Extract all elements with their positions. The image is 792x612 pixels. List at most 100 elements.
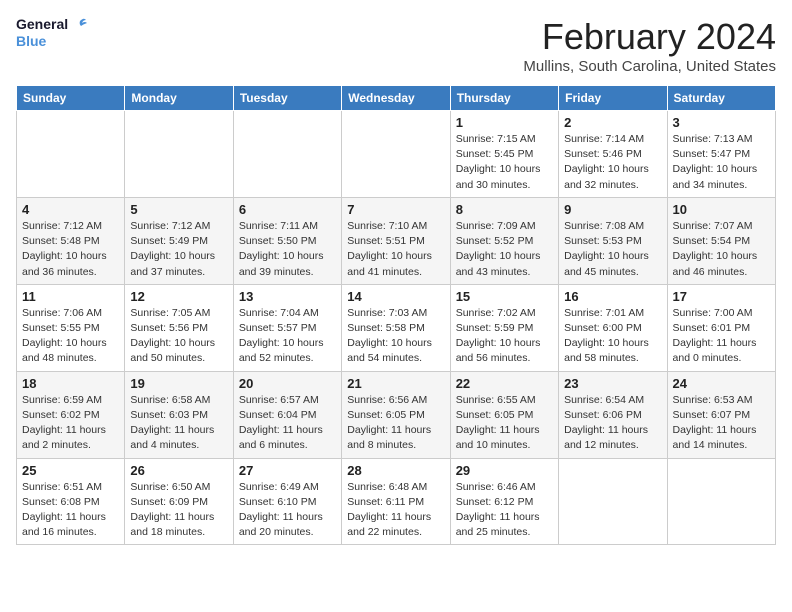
day-number: 10 [673, 202, 770, 217]
calendar-week-2: 4Sunrise: 7:12 AM Sunset: 5:48 PM Daylig… [17, 197, 776, 284]
day-number: 8 [456, 202, 553, 217]
day-info: Sunrise: 7:06 AM Sunset: 5:55 PM Dayligh… [22, 306, 119, 367]
calendar-cell: 4Sunrise: 7:12 AM Sunset: 5:48 PM Daylig… [17, 197, 125, 284]
day-info: Sunrise: 6:55 AM Sunset: 6:05 PM Dayligh… [456, 393, 553, 454]
calendar-cell [17, 111, 125, 198]
day-info: Sunrise: 6:56 AM Sunset: 6:05 PM Dayligh… [347, 393, 444, 454]
day-info: Sunrise: 7:15 AM Sunset: 5:45 PM Dayligh… [456, 132, 553, 193]
day-info: Sunrise: 7:07 AM Sunset: 5:54 PM Dayligh… [673, 219, 770, 280]
calendar-cell [233, 111, 341, 198]
calendar-week-4: 18 Sunrise: 6:59 AM Sunset: 6:02 PM Dayli… [17, 371, 776, 458]
day-number: 22 [456, 376, 553, 391]
calendar-table: SundayMondayTuesdayWednesdayThursdayFrid… [16, 85, 776, 545]
day-info: Sunrise: 7:00 AM Sunset: 6:01 PM Dayligh… [673, 306, 770, 367]
calendar-cell: 16Sunrise: 7:01 AM Sunset: 6:00 PM Dayli… [559, 284, 667, 371]
day-number: 12 [130, 289, 227, 304]
calendar-cell [559, 458, 667, 545]
day-info: Sunrise: 7:04 AM Sunset: 5:57 PM Dayligh… [239, 306, 336, 367]
day-info: Sunrise: 7:09 AM Sunset: 5:52 PM Dayligh… [456, 219, 553, 280]
calendar-cell: 12 Sunrise: 7:05 AM Sunset: 5:56 PM Dayli… [125, 284, 233, 371]
logo: General Blue [16, 16, 88, 49]
day-number: 23 [564, 376, 661, 391]
calendar-cell: 20 Sunrise: 6:57 AM Sunset: 6:04 PM Dayli… [233, 371, 341, 458]
calendar-week-1: 1 Sunrise: 7:15 AM Sunset: 5:45 PM Daylig… [17, 111, 776, 198]
day-number: 11 [22, 289, 119, 304]
calendar-cell: 18 Sunrise: 6:59 AM Sunset: 6:02 PM Dayli… [17, 371, 125, 458]
calendar-cell: 10 Sunrise: 7:07 AM Sunset: 5:54 PM Dayli… [667, 197, 775, 284]
day-info: Sunrise: 6:54 AM Sunset: 6:06 PM Dayligh… [564, 393, 661, 454]
day-info: Sunrise: 7:11 AM Sunset: 5:50 PM Dayligh… [239, 219, 336, 280]
calendar-cell: 5 Sunrise: 7:12 AM Sunset: 5:49 PM Daylig… [125, 197, 233, 284]
day-number: 19 [130, 376, 227, 391]
day-info: Sunrise: 7:03 AM Sunset: 5:58 PM Dayligh… [347, 306, 444, 367]
day-number: 7 [347, 202, 444, 217]
calendar-week-5: 25 Sunrise: 6:51 AM Sunset: 6:08 PM Dayli… [17, 458, 776, 545]
calendar-cell: 9 Sunrise: 7:08 AM Sunset: 5:53 PM Daylig… [559, 197, 667, 284]
calendar-cell: 29Sunrise: 6:46 AM Sunset: 6:12 PM Dayli… [450, 458, 558, 545]
page-header: General Blue February 2024 Mullins, Sout… [16, 16, 776, 75]
day-number: 20 [239, 376, 336, 391]
logo-general-text: General [16, 17, 68, 32]
day-info: Sunrise: 7:08 AM Sunset: 5:53 PM Dayligh… [564, 219, 661, 280]
day-info: Sunrise: 7:12 AM Sunset: 5:48 PM Dayligh… [22, 219, 119, 280]
calendar-cell: 24 Sunrise: 6:53 AM Sunset: 6:07 PM Dayli… [667, 371, 775, 458]
day-info: Sunrise: 6:50 AM Sunset: 6:09 PM Dayligh… [130, 480, 227, 541]
calendar-cell: 11 Sunrise: 7:06 AM Sunset: 5:55 PM Dayli… [17, 284, 125, 371]
calendar-cell: 8 Sunrise: 7:09 AM Sunset: 5:52 PM Daylig… [450, 197, 558, 284]
calendar-cell: 14 Sunrise: 7:03 AM Sunset: 5:58 PM Dayli… [342, 284, 450, 371]
weekday-header-saturday: Saturday [667, 86, 775, 111]
calendar-cell: 1 Sunrise: 7:15 AM Sunset: 5:45 PM Daylig… [450, 111, 558, 198]
calendar-cell: 25 Sunrise: 6:51 AM Sunset: 6:08 PM Dayli… [17, 458, 125, 545]
weekday-header-wednesday: Wednesday [342, 86, 450, 111]
day-number: 25 [22, 463, 119, 478]
day-info: Sunrise: 6:49 AM Sunset: 6:10 PM Dayligh… [239, 480, 336, 541]
calendar-cell: 3 Sunrise: 7:13 AM Sunset: 5:47 PM Daylig… [667, 111, 775, 198]
day-number: 17 [673, 289, 770, 304]
day-info: Sunrise: 6:53 AM Sunset: 6:07 PM Dayligh… [673, 393, 770, 454]
day-number: 18 [22, 376, 119, 391]
calendar-cell [667, 458, 775, 545]
calendar-cell: 2Sunrise: 7:14 AM Sunset: 5:46 PM Daylig… [559, 111, 667, 198]
day-number: 6 [239, 202, 336, 217]
day-number: 3 [673, 115, 770, 130]
weekday-header-row: SundayMondayTuesdayWednesdayThursdayFrid… [17, 86, 776, 111]
day-info: Sunrise: 7:12 AM Sunset: 5:49 PM Dayligh… [130, 219, 227, 280]
calendar-cell: 17 Sunrise: 7:00 AM Sunset: 6:01 PM Dayli… [667, 284, 775, 371]
day-number: 24 [673, 376, 770, 391]
calendar-week-3: 11 Sunrise: 7:06 AM Sunset: 5:55 PM Dayli… [17, 284, 776, 371]
day-number: 2 [564, 115, 661, 130]
weekday-header-friday: Friday [559, 86, 667, 111]
day-number: 27 [239, 463, 336, 478]
weekday-header-thursday: Thursday [450, 86, 558, 111]
day-info: Sunrise: 6:48 AM Sunset: 6:11 PM Dayligh… [347, 480, 444, 541]
weekday-header-sunday: Sunday [17, 86, 125, 111]
day-info: Sunrise: 7:01 AM Sunset: 6:00 PM Dayligh… [564, 306, 661, 367]
day-info: Sunrise: 7:13 AM Sunset: 5:47 PM Dayligh… [673, 132, 770, 193]
day-number: 13 [239, 289, 336, 304]
day-info: Sunrise: 6:57 AM Sunset: 6:04 PM Dayligh… [239, 393, 336, 454]
calendar-cell [125, 111, 233, 198]
title-block: February 2024 Mullins, South Carolina, U… [523, 16, 776, 75]
weekday-header-tuesday: Tuesday [233, 86, 341, 111]
day-info: Sunrise: 7:02 AM Sunset: 5:59 PM Dayligh… [456, 306, 553, 367]
calendar-cell [342, 111, 450, 198]
day-info: Sunrise: 6:51 AM Sunset: 6:08 PM Dayligh… [22, 480, 119, 541]
calendar-cell: 27 Sunrise: 6:49 AM Sunset: 6:10 PM Dayli… [233, 458, 341, 545]
day-number: 5 [130, 202, 227, 217]
day-number: 15 [456, 289, 553, 304]
location: Mullins, South Carolina, United States [523, 58, 776, 75]
calendar-cell: 28 Sunrise: 6:48 AM Sunset: 6:11 PM Dayli… [342, 458, 450, 545]
calendar-cell: 22 Sunrise: 6:55 AM Sunset: 6:05 PM Dayli… [450, 371, 558, 458]
calendar-cell: 15 Sunrise: 7:02 AM Sunset: 5:59 PM Dayli… [450, 284, 558, 371]
day-number: 9 [564, 202, 661, 217]
day-info: Sunrise: 7:05 AM Sunset: 5:56 PM Dayligh… [130, 306, 227, 367]
day-number: 28 [347, 463, 444, 478]
calendar-cell: 21 Sunrise: 6:56 AM Sunset: 6:05 PM Dayli… [342, 371, 450, 458]
day-number: 26 [130, 463, 227, 478]
day-number: 1 [456, 115, 553, 130]
day-number: 14 [347, 289, 444, 304]
day-info: Sunrise: 6:59 AM Sunset: 6:02 PM Dayligh… [22, 393, 119, 454]
day-info: Sunrise: 6:58 AM Sunset: 6:03 PM Dayligh… [130, 393, 227, 454]
month-title: February 2024 [523, 16, 776, 58]
day-number: 21 [347, 376, 444, 391]
